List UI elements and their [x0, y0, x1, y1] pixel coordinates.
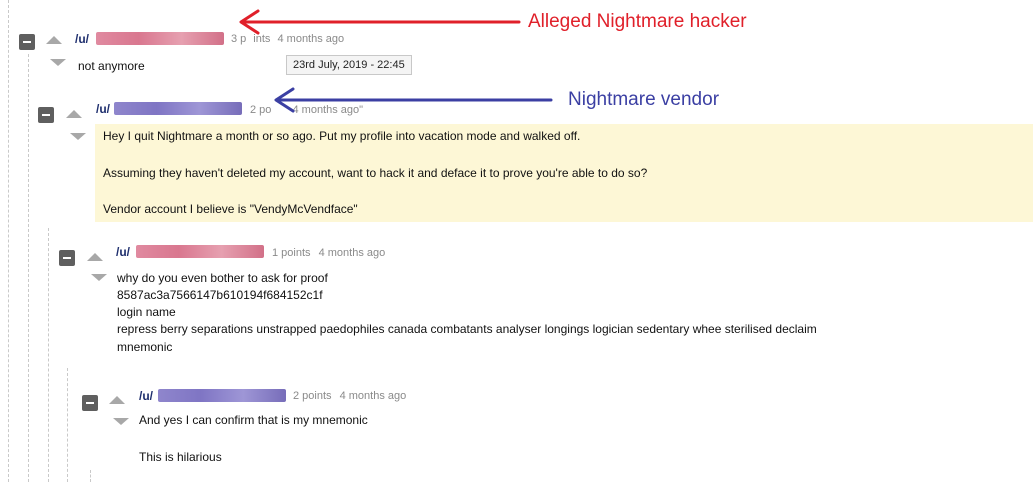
annotation-arrows	[239, 9, 553, 113]
vendor-arrow	[274, 87, 553, 113]
hacker-arrow	[239, 9, 521, 35]
annotation-hacker-label: Alleged Nightmare hacker	[528, 11, 747, 32]
annotation-vendor-label: Nightmare vendor	[568, 89, 720, 110]
